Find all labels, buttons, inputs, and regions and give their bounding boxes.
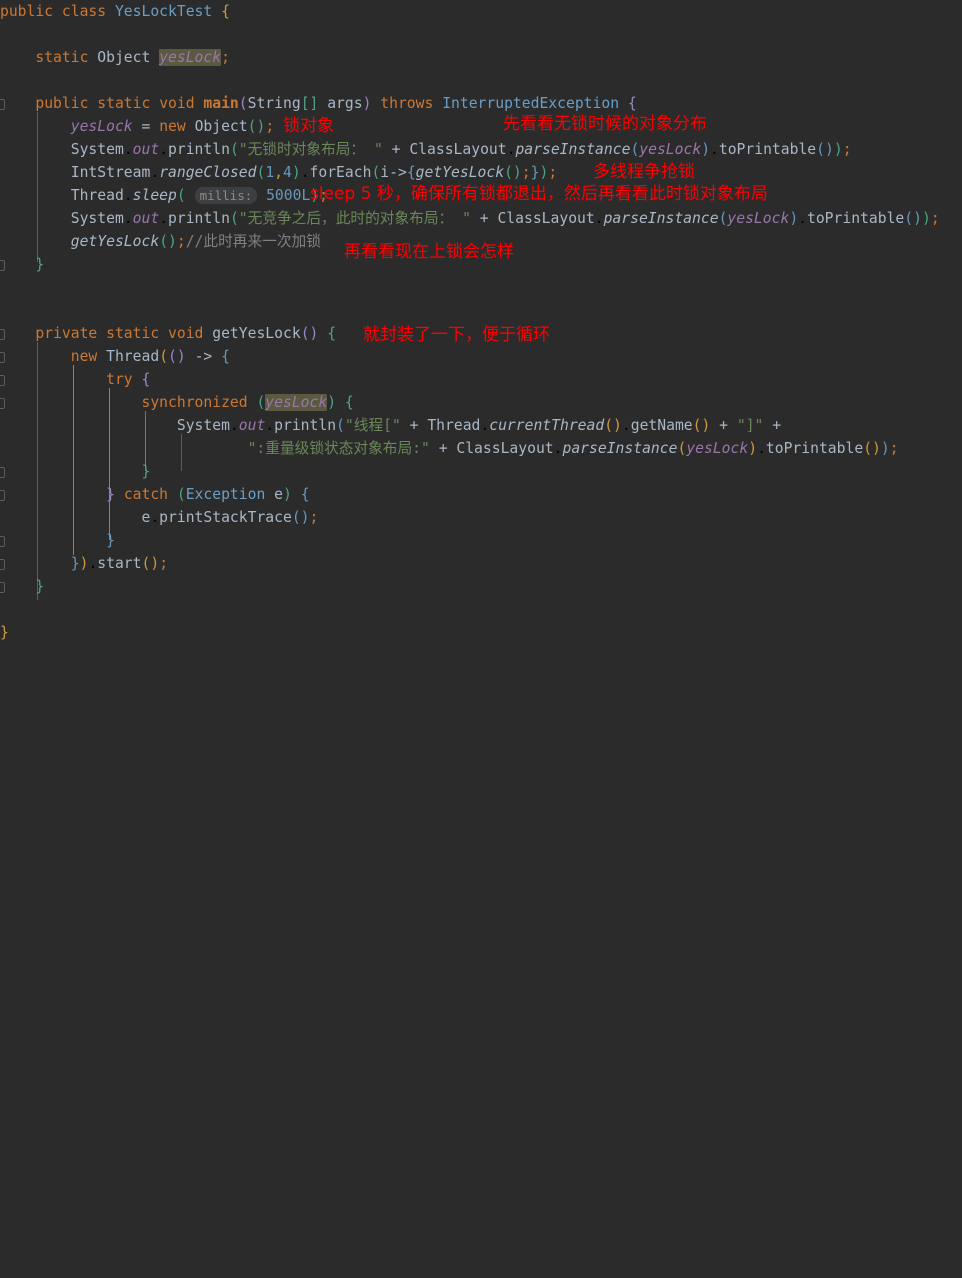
code-line[interactable]: static Object yesLock; bbox=[0, 46, 962, 69]
code-line[interactable]: System.out.println("线程[" + Thread.curren… bbox=[0, 414, 962, 437]
code-line[interactable]: IntStream.rangeClosed(1,4).forEach(i->{g… bbox=[0, 161, 962, 184]
annotation-multithread-race: 多线程争抢锁 bbox=[593, 162, 695, 182]
annotation-lock-object: 锁对象 bbox=[283, 116, 334, 136]
code-editor[interactable]: public class YesLockTest { static Object… bbox=[0, 0, 962, 641]
code-line[interactable]: e.printStackTrace(); bbox=[0, 506, 962, 529]
code-line[interactable]: System.out.println("无锁时对象布局： " + ClassLa… bbox=[0, 138, 962, 161]
annotation-lock-again: 再看看现在上锁会怎样 bbox=[344, 242, 514, 262]
code-line[interactable]: synchronized (yesLock) { bbox=[0, 391, 962, 414]
code-line[interactable]: ":重量级锁状态对象布局:" + ClassLayout.parseInstan… bbox=[0, 437, 962, 460]
code-line[interactable]: }).start(); bbox=[0, 552, 962, 575]
code-line[interactable]: new Thread(() -> { bbox=[0, 345, 962, 368]
annotation-sleep-five-seconds: sleep 5 秒，确保所有锁都退出，然后再看看此时锁对象布局 bbox=[310, 184, 768, 204]
code-content[interactable]: public class YesLockTest { static Object… bbox=[0, 0, 962, 641]
code-line[interactable]: yesLock = new Object(); bbox=[0, 115, 962, 138]
code-line[interactable]: try { bbox=[0, 368, 962, 391]
code-line[interactable]: public class YesLockTest { bbox=[0, 0, 962, 23]
code-line[interactable]: } catch (Exception e) { bbox=[0, 483, 962, 506]
inlay-hint-millis: millis: bbox=[194, 187, 258, 204]
code-line[interactable]: } bbox=[0, 621, 962, 644]
code-line[interactable]: public static void main(String[] args) t… bbox=[0, 92, 962, 115]
annotation-wrapped-for-loop: 就封装了一下，便于循环 bbox=[363, 325, 550, 345]
code-line[interactable]: } bbox=[0, 575, 962, 598]
code-line[interactable]: System.out.println("无竞争之后，此时的对象布局： " + C… bbox=[0, 207, 962, 230]
code-line[interactable]: } bbox=[0, 529, 962, 552]
inline-comment: //此时再来一次加锁 bbox=[185, 233, 321, 250]
code-line[interactable]: } bbox=[0, 460, 962, 483]
annotation-no-lock-layout: 先看看无锁时候的对象分布 bbox=[503, 114, 707, 134]
